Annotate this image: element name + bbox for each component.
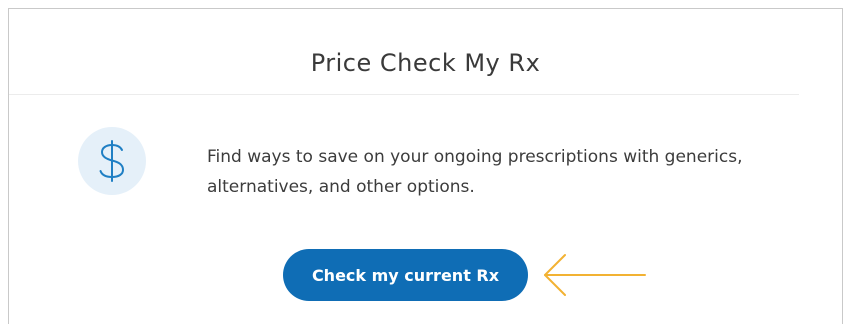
price-check-card: Price Check My Rx Find ways to save on y… (8, 8, 843, 324)
check-current-rx-button[interactable]: Check my current Rx (283, 249, 528, 301)
dollar-sign-icon (78, 127, 146, 195)
left-arrow-icon (539, 251, 651, 304)
card-description: Find ways to save on your ongoing prescr… (207, 147, 743, 197)
title-divider (9, 94, 799, 95)
card-title: Price Check My Rx (310, 49, 541, 77)
